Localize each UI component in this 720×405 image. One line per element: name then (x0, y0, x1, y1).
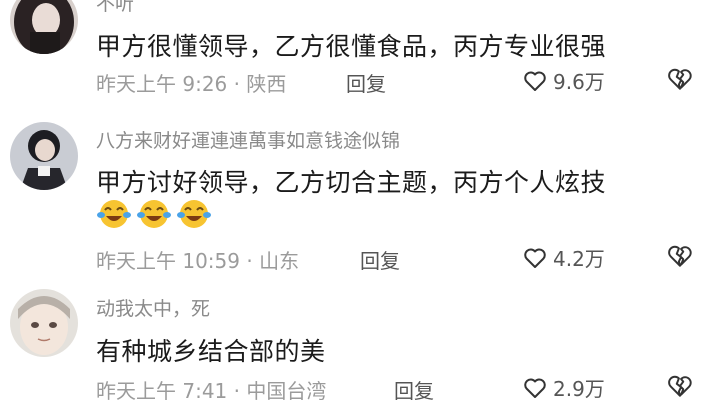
avatar[interactable] (10, 122, 78, 190)
like-button[interactable]: 9.6万 (523, 66, 605, 95)
broken-heart-icon[interactable] (667, 66, 693, 92)
comment-meta: 昨天上午 7:41 · 中国台湾 (96, 379, 327, 403)
emoji-row (96, 198, 212, 230)
reply-button[interactable]: 回复 (394, 375, 434, 404)
like-count: 9.6万 (553, 70, 605, 94)
comment-text: 甲方很懂领导，乙方很懂食品，丙方专业很强 (96, 32, 607, 61)
crying-laughing-emoji-icon (137, 200, 171, 228)
heart-outline-icon (524, 248, 546, 268)
username[interactable]: 八方来财好運連連萬事如意钱途似锦 (96, 126, 400, 153)
comment-text: 有种城乡结合部的美 (96, 337, 326, 366)
crying-laughing-emoji-icon (97, 200, 131, 228)
comment-item: 八方来财好運連連萬事如意钱途似锦 甲方讨好领导，乙方切合主题，丙方个人炫技 昨天… (0, 115, 720, 280)
comment-item: 不听 甲方很懂领导，乙方很懂食品，丙方专业很强 昨天上午 9:26 · 陕西 回… (0, 0, 720, 115)
broken-heart-icon[interactable] (667, 243, 693, 269)
username[interactable]: 动我太中，死 (96, 294, 210, 321)
like-button[interactable]: 4.2万 (523, 243, 605, 272)
username[interactable]: 不听 (96, 0, 134, 16)
reply-button[interactable]: 回复 (360, 245, 400, 274)
crying-laughing-emoji-icon (177, 200, 211, 228)
like-button[interactable]: 2.9万 (523, 373, 605, 402)
reply-button[interactable]: 回复 (346, 68, 386, 97)
comment-item: 动我太中，死 有种城乡结合部的美 昨天上午 7:41 · 中国台湾 回复 2.9… (0, 280, 720, 405)
avatar[interactable] (10, 289, 78, 357)
comment-text: 甲方讨好领导，乙方切合主题，丙方个人炫技 (96, 168, 607, 197)
avatar[interactable] (10, 0, 78, 54)
heart-outline-icon (524, 378, 546, 398)
broken-heart-icon[interactable] (667, 373, 693, 399)
comment-meta: 昨天上午 10:59 · 山东 (96, 249, 300, 273)
like-count: 4.2万 (553, 247, 605, 271)
heart-outline-icon (524, 71, 546, 91)
comment-meta: 昨天上午 9:26 · 陕西 (96, 72, 287, 96)
like-count: 2.9万 (553, 377, 605, 401)
